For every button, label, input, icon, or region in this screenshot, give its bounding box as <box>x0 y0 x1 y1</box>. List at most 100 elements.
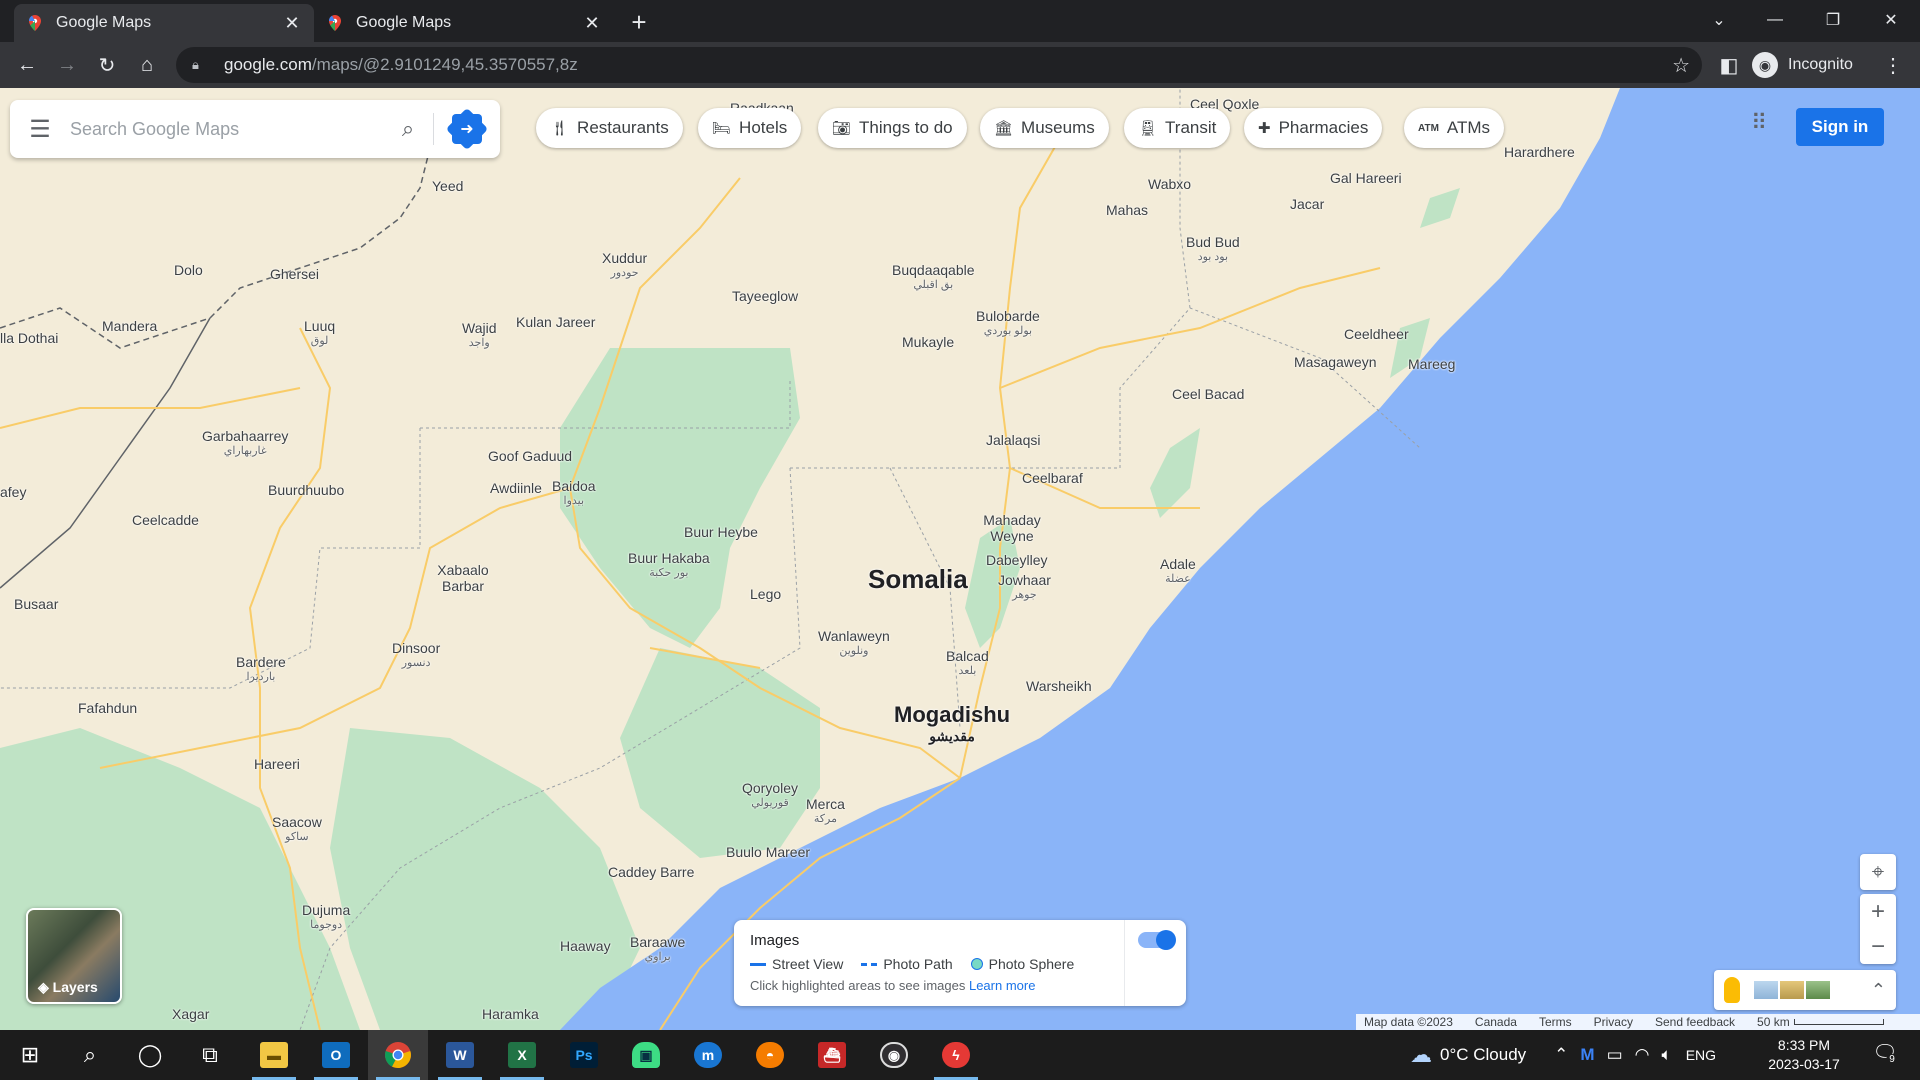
place-label[interactable]: Goof Gaduud <box>488 448 572 464</box>
my-location-button[interactable]: ⌖ <box>1860 854 1896 890</box>
place-label[interactable]: Buqdaaqable بق اقبلي <box>892 262 975 291</box>
imagery-thumb-icon[interactable] <box>1754 981 1778 999</box>
chip-hotels[interactable]: 🛏︎ Hotels <box>698 108 802 148</box>
battery-icon[interactable]: ▭ <box>1607 1045 1623 1065</box>
chip-restaurants[interactable]: 🍴︎ Restaurants <box>536 108 683 148</box>
scale-label[interactable]: 50 km <box>1757 1015 1790 1029</box>
file-explorer-icon[interactable]: ▬ <box>244 1030 304 1080</box>
chevron-up-icon[interactable]: ⌃ <box>1554 1045 1568 1065</box>
place-label[interactable]: Kulan Jareer <box>516 314 595 330</box>
place-label[interactable]: Dujuma دوجوما <box>302 902 350 931</box>
outlook-icon[interactable]: O <box>306 1030 366 1080</box>
place-label[interactable]: Haramka <box>482 1006 539 1022</box>
tab-google-maps-1[interactable]: Google Maps ✕ <box>14 4 314 42</box>
address-bar[interactable]: 🔒︎ google.com/maps/@2.9101249,45.3570557… <box>176 47 1702 83</box>
city-label[interactable]: Mogadishu مقديشو <box>894 702 1010 745</box>
chip-pharmacies[interactable]: ✚ Pharmacies <box>1244 108 1383 148</box>
place-label[interactable]: Ceel Bacad <box>1172 386 1244 402</box>
malwarebytes-icon[interactable]: M <box>1580 1045 1594 1065</box>
place-label[interactable]: Bud Bud بود بود <box>1186 234 1240 263</box>
terms-link[interactable]: Terms <box>1539 1015 1572 1029</box>
zoom-in-button[interactable]: + <box>1860 894 1896 929</box>
close-window-button[interactable]: ✕ <box>1868 0 1914 40</box>
windows-start-icon[interactable]: ⊞ <box>0 1030 60 1080</box>
place-label[interactable]: Qoryoley قوريولي <box>742 780 798 809</box>
clock[interactable]: 8:33 PM 2023-03-17 <box>1764 1036 1844 1074</box>
cortana-icon[interactable]: ◯ <box>120 1030 180 1080</box>
place-label[interactable]: Buurdhuubo <box>268 482 344 498</box>
lock-icon[interactable]: 🔒︎ <box>192 57 206 73</box>
android-studio-icon[interactable]: ▣ <box>616 1030 676 1080</box>
place-label[interactable]: Busaar <box>14 596 58 612</box>
word-icon[interactable]: W <box>430 1030 490 1080</box>
place-label[interactable]: Saacow ساكو <box>272 814 322 843</box>
photoshop-icon[interactable]: Ps <box>554 1030 614 1080</box>
place-label[interactable]: Mahas <box>1106 202 1148 218</box>
place-label[interactable]: Fafahdun <box>78 700 137 716</box>
obs-icon[interactable]: ◉ <box>864 1030 924 1080</box>
layers-button[interactable]: ◈ Layers <box>26 908 122 1004</box>
volume-icon[interactable]: 🔈︎ <box>1662 1045 1672 1065</box>
forward-icon[interactable]: → <box>50 48 84 82</box>
place-label[interactable]: Merca مركة <box>806 796 845 825</box>
place-label[interactable]: Warsheikh <box>1026 678 1092 694</box>
restore-button[interactable]: ❐ <box>1810 0 1856 40</box>
app-orange-icon[interactable]: ◓ <box>740 1030 800 1080</box>
new-tab-button[interactable]: + <box>624 8 654 38</box>
place-label[interactable]: Bardere بارديرا <box>236 654 286 683</box>
place-label[interactable]: Buur Hakaba بور حكبة <box>628 550 710 579</box>
close-tab-icon[interactable]: ✕ <box>282 13 302 33</box>
place-label[interactable]: Wanlaweyn ونلوين <box>818 628 890 657</box>
incognito-profile[interactable]: ◉ Incognito <box>1752 48 1853 82</box>
privacy-link[interactable]: Privacy <box>1594 1015 1633 1029</box>
country-label[interactable]: Somalia <box>868 564 968 595</box>
place-label[interactable]: Bulobarde بولو بوردي <box>976 308 1040 337</box>
chip-atms[interactable]: ATM ATMs <box>1404 108 1505 148</box>
place-label[interactable]: Masagaweyn <box>1294 354 1377 370</box>
place-label[interactable]: Jalalaqsi <box>986 432 1040 448</box>
chrome-icon[interactable] <box>368 1030 428 1080</box>
search-icon[interactable]: ⌕ <box>383 116 433 142</box>
place-label[interactable]: Wabxo <box>1148 176 1191 192</box>
place-label[interactable]: Gal Hareeri <box>1330 170 1402 186</box>
minimize-button[interactable]: — <box>1752 0 1798 40</box>
app-red-bolt-icon[interactable]: ϟ <box>926 1030 986 1080</box>
place-label[interactable]: Hareeri <box>254 756 300 772</box>
images-toggle[interactable] <box>1138 930 1176 950</box>
weather-text[interactable]: 0°C Cloudy <box>1440 1045 1526 1065</box>
wifi-icon[interactable]: ◠ <box>1635 1045 1650 1065</box>
images-panel[interactable]: Images Street View Photo Path Photo Sphe… <box>734 920 1186 1006</box>
cloud-icon[interactable]: ☁ <box>1410 1042 1432 1068</box>
chip-things-to-do[interactable]: 📷︎ Things to do <box>818 108 967 148</box>
place-label[interactable]: Mahaday Weyne <box>972 512 1052 544</box>
tab-google-maps-2[interactable]: Google Maps ✕ <box>314 4 614 42</box>
place-label[interactable]: Ceelbaraf <box>1022 470 1083 486</box>
place-label[interactable]: Buur Heybe <box>684 524 758 540</box>
place-label[interactable]: Mandera <box>102 318 157 334</box>
place-label[interactable]: lla Dothai <box>0 330 58 346</box>
place-label[interactable]: afey <box>0 484 26 500</box>
app-red-ship-icon[interactable]: ⛴︎ <box>802 1030 862 1080</box>
region-link[interactable]: Canada <box>1475 1015 1517 1029</box>
street-view-panel[interactable]: ⌃ <box>1714 970 1896 1010</box>
imagery-thumb-icon[interactable] <box>1806 981 1830 999</box>
place-label[interactable]: Adale عضلة <box>1160 556 1196 585</box>
search-icon[interactable]: ⌕ <box>60 1030 120 1080</box>
place-label[interactable]: Dinsoor دنسور <box>392 640 440 669</box>
place-label[interactable]: Balcad بلعد <box>946 648 989 677</box>
place-label[interactable]: Harardhere <box>1504 144 1575 160</box>
place-label[interactable]: Ghersei <box>270 266 319 282</box>
place-label[interactable]: Jowhaar جوهر <box>998 572 1051 601</box>
sign-in-button[interactable]: Sign in <box>1796 108 1884 146</box>
more-menu-icon[interactable]: ⋮ <box>1876 48 1910 82</box>
chip-museums[interactable]: 🏛︎ Museums <box>980 108 1109 148</box>
pegman-icon[interactable] <box>1724 977 1740 1003</box>
close-tab-icon[interactable]: ✕ <box>582 13 602 33</box>
learn-more-link[interactable]: Learn more <box>969 978 1035 993</box>
chip-transit[interactable]: 🚆︎ Transit <box>1124 108 1231 148</box>
muse-icon[interactable]: m <box>678 1030 738 1080</box>
home-icon[interactable]: ⌂ <box>130 48 164 82</box>
place-label[interactable]: Xuddur حودور <box>602 250 647 279</box>
tab-search-icon[interactable]: ⌄ <box>1696 0 1742 40</box>
imagery-thumb-icon[interactable] <box>1780 981 1804 999</box>
